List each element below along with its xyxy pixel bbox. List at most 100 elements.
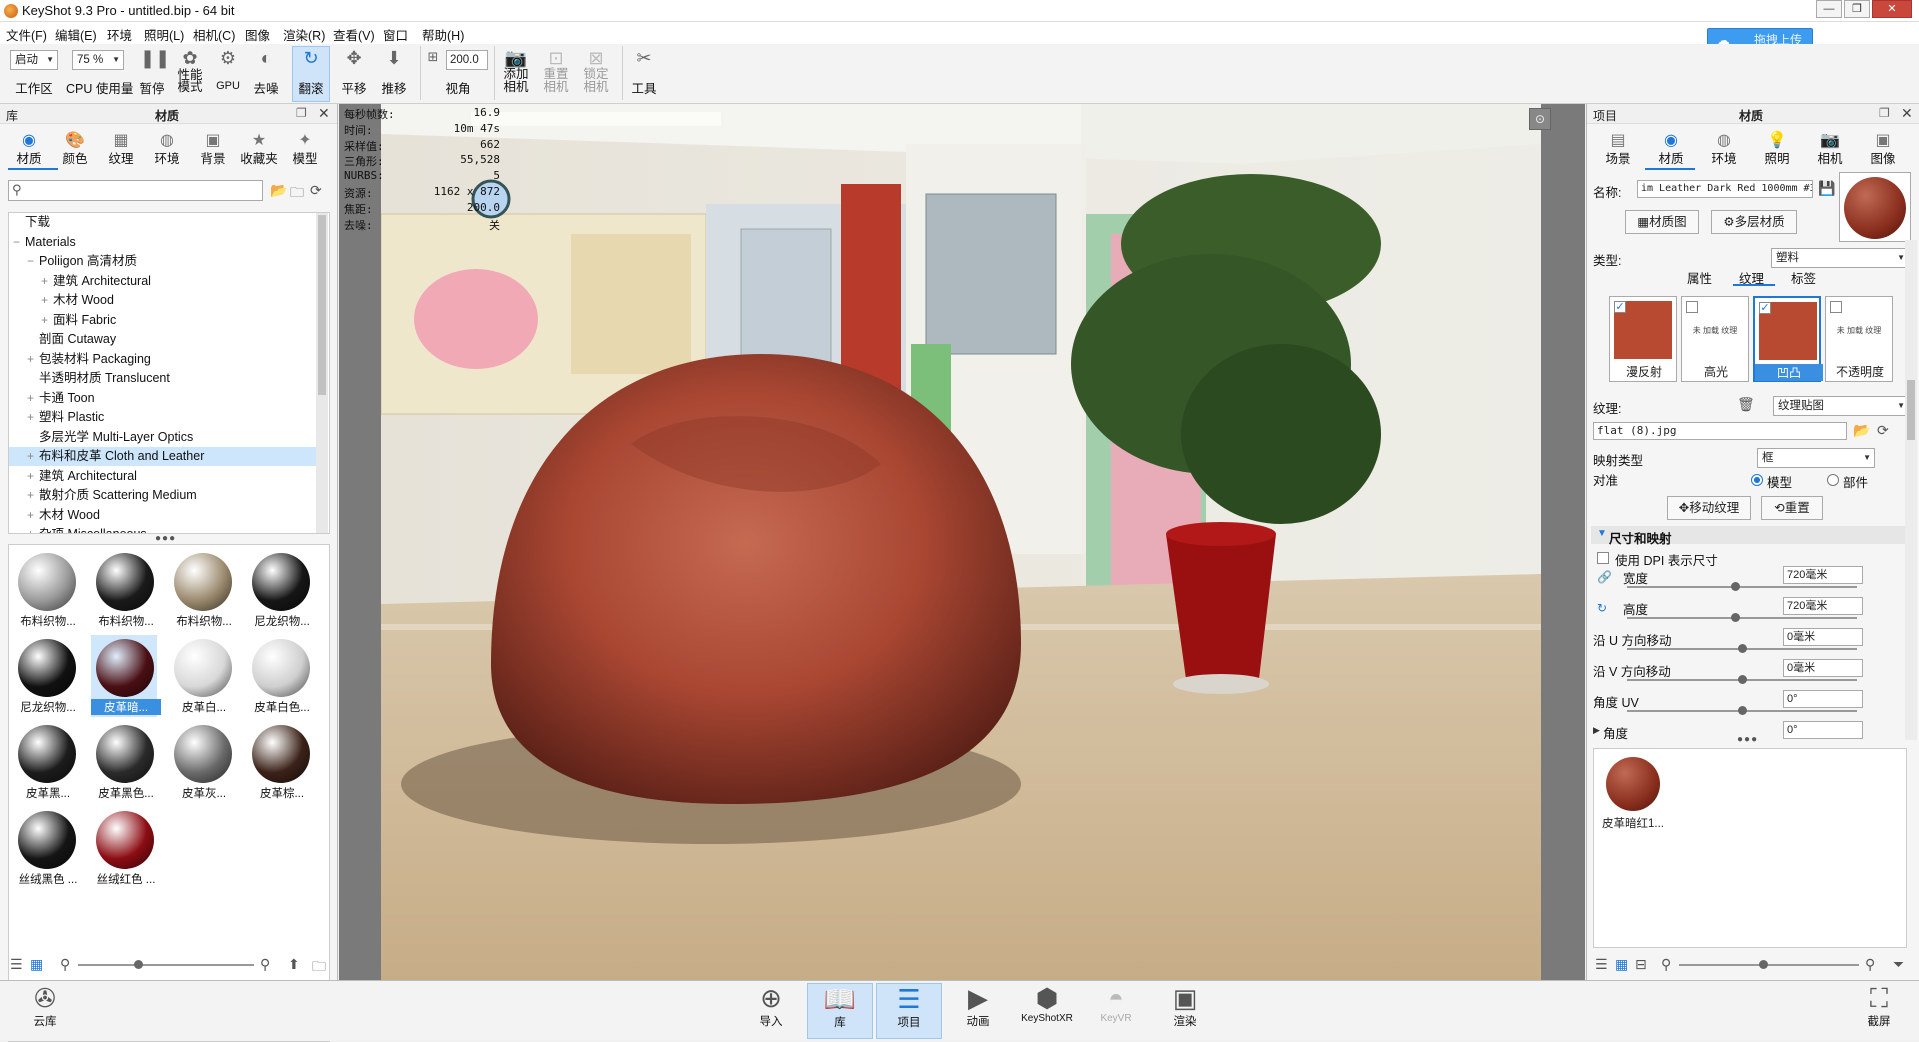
filter-icon[interactable]: ⏷ [1893, 956, 1904, 973]
use-dpi-checkbox[interactable] [1597, 552, 1609, 564]
library-tab-6[interactable]: ✦ 模型 [282, 130, 328, 168]
multi-material-button[interactable]: ⚙多层材质 [1711, 210, 1797, 234]
zoom-out-icon[interactable]: ⚲ [60, 956, 70, 973]
project-tab-4[interactable]: 📷 相机 [1805, 130, 1855, 168]
project-button[interactable]: ☰ 项目 [876, 983, 942, 1039]
project-tab-5[interactable]: ▣ 图像 [1858, 130, 1908, 168]
material-thumbnail[interactable]: 布料织物... [169, 549, 235, 631]
keyvr-button[interactable]: ◓ KeyVR [1083, 983, 1149, 1039]
list-view-icon[interactable]: ☰ [10, 956, 23, 973]
material-graph-button[interactable]: ▦材质图 [1625, 210, 1699, 234]
tree-item[interactable]: − Poliigon 高清材质 [9, 252, 319, 271]
texture-type-select[interactable]: 纹理贴图 ▼ [1773, 396, 1909, 416]
size-mapping-section-header[interactable]: ▼ 尺寸和映射 [1591, 526, 1905, 546]
texture-slot-1[interactable]: 未 加载 纹理 高光 [1681, 296, 1749, 382]
menu-item-3[interactable]: 照明(L) [144, 25, 184, 44]
render-viewport[interactable]: ⊙ [339, 104, 1585, 980]
material-thumbnail[interactable]: 丝绒红色 ... [91, 807, 157, 889]
menu-item-4[interactable]: 相机(C) [193, 25, 235, 44]
tree-expander[interactable]: + [27, 467, 34, 486]
delete-texture-icon[interactable]: 🗑 [1737, 396, 1755, 413]
project-tab-0[interactable]: ▤ 场景 [1593, 130, 1643, 168]
material-thumbnail[interactable]: 尼龙织物... [13, 635, 79, 717]
tree-expander[interactable]: + [27, 408, 34, 427]
pause-icon[interactable]: ❚❚ [140, 48, 170, 69]
library-tab-0[interactable]: ◉ 材质 [6, 130, 52, 168]
zoom-in-icon[interactable]: ⚲ [260, 956, 270, 973]
material-thumbnail[interactable]: 皮革白色... [247, 635, 313, 717]
scene-material-item[interactable]: 皮革暗红1... [1600, 753, 1666, 833]
reset-camera-button[interactable]: 重置 相机 [538, 68, 574, 94]
tree-expander[interactable]: + [41, 291, 48, 310]
list-view-icon[interactable]: ☰ [1595, 956, 1608, 973]
menu-item-9[interactable]: 帮助(H) [422, 25, 464, 44]
performance-mode-button[interactable]: 性能 模式 [172, 69, 208, 94]
project-tab-2[interactable]: ◍ 环境 [1699, 130, 1749, 168]
move-texture-button[interactable]: ✥移动纹理 [1667, 496, 1751, 520]
add-camera-button[interactable]: 添加 相机 [498, 68, 534, 94]
value-slider-knob[interactable] [1731, 582, 1741, 591]
tree-expander[interactable]: + [41, 272, 48, 291]
value-slider-knob[interactable] [1731, 613, 1741, 622]
reset-button[interactable]: ⟲重置 [1761, 496, 1823, 520]
tree-item[interactable]: + 木材 Wood [9, 506, 319, 525]
menu-item-8[interactable]: 窗口 [383, 25, 408, 44]
workspace-select[interactable]: 启动 ▼ [10, 50, 58, 70]
texture-slot-0[interactable]: ✓ 漫反射 [1609, 296, 1677, 382]
value-slider-knob[interactable] [1738, 644, 1747, 653]
tree-item[interactable]: 剖面 Cutaway [9, 330, 319, 349]
tree-scrollbar[interactable] [316, 213, 328, 533]
keyshotxr-button[interactable]: ⬢ KeyShotXR [1014, 983, 1080, 1039]
tree-expander[interactable]: + [27, 447, 34, 466]
preview-size-slider[interactable] [1679, 964, 1859, 966]
pan-icon[interactable]: ✥ [342, 48, 366, 69]
maximize-button[interactable]: ❐ [1844, 0, 1870, 18]
menu-item-6[interactable]: 渲染(R) [283, 25, 325, 44]
viewport-camera-icon[interactable]: ⊙ [1529, 108, 1551, 130]
properties-scrollbar[interactable] [1905, 240, 1917, 740]
texture-slot-checkbox[interactable] [1830, 301, 1842, 313]
splitter-handle[interactable]: ●●● [1737, 734, 1758, 745]
mapping-type-select[interactable]: 框 ▼ [1757, 448, 1875, 468]
tree-item[interactable]: 下载 [9, 213, 319, 232]
material-thumbnail[interactable]: 皮革黑色... [91, 721, 157, 803]
gpu-icon[interactable]: ⚙ [216, 48, 240, 69]
thumbnail-size-knob[interactable] [134, 960, 143, 969]
menu-item-5[interactable]: 图像 [245, 25, 270, 44]
tree-expander[interactable]: + [27, 525, 34, 533]
close-panel-icon[interactable]: ✕ [318, 105, 330, 122]
dolly-icon[interactable]: ⬇ [382, 48, 406, 69]
import-folder-icon[interactable]: 🗀 [312, 956, 326, 980]
tree-item[interactable]: + 建筑 Architectural [9, 467, 319, 486]
denoise-icon[interactable]: ◐ [254, 48, 278, 69]
library-tab-5[interactable]: ★ 收藏夹 [236, 130, 282, 168]
folder-open-icon[interactable]: 📂 [270, 182, 287, 199]
menu-item-1[interactable]: 编辑(E) [55, 25, 97, 44]
tree-view-icon[interactable]: ⊟ [1635, 956, 1647, 973]
material-thumbnail[interactable]: 皮革白... [169, 635, 235, 717]
value-slider-knob[interactable] [1738, 706, 1747, 715]
tools-icon[interactable]: ✂ [632, 48, 656, 69]
material-thumbnail[interactable]: 布料织物... [91, 549, 157, 631]
align-model-radio[interactable] [1751, 474, 1763, 486]
close-panel-icon[interactable]: ✕ [1901, 105, 1913, 122]
denoise-button[interactable]: 去噪 [248, 78, 284, 97]
material-thumbnail[interactable]: 皮革暗... [91, 635, 161, 717]
link-off-icon[interactable]: ↻ [1597, 601, 1607, 615]
cloud-upload-icon[interactable]: ⬆ [288, 956, 300, 973]
zoom-out-icon[interactable]: ⚲ [1661, 956, 1671, 973]
splitter-handle[interactable]: ●●● [155, 533, 176, 544]
library-tab-2[interactable]: ▦ 纹理 [98, 130, 144, 168]
tree-expander[interactable]: + [27, 506, 34, 525]
texture-file-input[interactable]: flat (8).jpg [1593, 422, 1847, 440]
material-thumbnail[interactable]: 尼龙织物... [247, 549, 313, 631]
add-camera-icon[interactable]: 📷 [504, 48, 528, 69]
library-tab-4[interactable]: ▣ 背景 [190, 130, 236, 168]
tools-button[interactable]: 工具 [626, 78, 662, 97]
tree-item[interactable]: 多层光学 Multi-Layer Optics [9, 428, 319, 447]
thumbnail-size-slider[interactable] [78, 964, 254, 966]
slider-value-input[interactable]: 0° [1783, 690, 1863, 708]
library-search-input[interactable]: ⚲ [8, 180, 263, 201]
pan-button[interactable]: 平移 [336, 78, 372, 97]
close-button[interactable]: ✕ [1872, 0, 1912, 18]
